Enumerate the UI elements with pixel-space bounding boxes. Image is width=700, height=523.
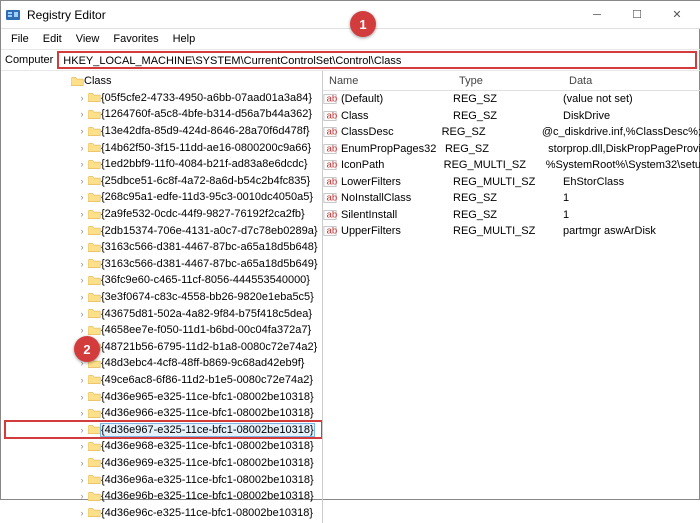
tree-item[interactable]: ›{4d36e96c-e325-11ce-bfc1-08002be10318} [5, 504, 322, 521]
tree-item[interactable]: ›{36fc9e60-c465-11cf-8056-444553540000} [5, 272, 322, 289]
value-row[interactable]: ab(Default)REG_SZ(value not set) [323, 91, 700, 108]
value-row[interactable]: abLowerFiltersREG_MULTI_SZEhStorClass [323, 174, 700, 191]
tree-item[interactable]: ›{3e3f0674-c83c-4558-bb26-9820e1eba5c5} [5, 289, 322, 306]
value-row[interactable]: abSilentInstallREG_SZ1 [323, 207, 700, 224]
tree-item[interactable]: ›{25dbce51-6c8f-4a72-8a6d-b54c2b4fc835} [5, 173, 322, 190]
menu-edit[interactable]: Edit [37, 31, 68, 47]
window-controls: ─ ☐ ✕ [577, 3, 697, 27]
tree-item[interactable]: ›{48d3ebc4-4cf8-48ff-b869-9c68ad42eb9f} [5, 355, 322, 372]
string-icon: ab [323, 92, 337, 106]
svg-text:ab: ab [327, 209, 338, 220]
col-type[interactable]: Type [453, 75, 563, 87]
value-row[interactable]: abNoInstallClassREG_SZ1 [323, 190, 700, 207]
value-row[interactable]: abEnumPropPages32REG_SZstorprop.dll,Disk… [323, 141, 700, 158]
workspace: ⌄Class›{05f5cfe2-4733-4950-a6bb-07aad01a… [1, 71, 700, 523]
tree-parent[interactable]: Class [84, 75, 112, 87]
string-icon: ab [323, 142, 337, 156]
tree-item[interactable]: ›{4d36e966-e325-11ce-bfc1-08002be10318} [5, 405, 322, 422]
tree-item[interactable]: ›{4d36e968-e325-11ce-bfc1-08002be10318} [5, 438, 322, 455]
address-path-input[interactable]: HKEY_LOCAL_MACHINE\SYSTEM\CurrentControl… [57, 51, 697, 69]
tree-item[interactable]: ›{268c95a1-edfe-11d3-95c3-0010dc4050a5} [5, 189, 322, 206]
tree-item[interactable]: ›{49ce6ac8-6f86-11d2-b1e5-0080c72e74a2} [5, 372, 322, 389]
svg-text:ab: ab [327, 143, 338, 154]
regedit-icon [5, 7, 21, 23]
tree-item[interactable]: ›{13e42dfa-85d9-424d-8646-28a70f6d478f} [5, 123, 322, 140]
tree-item[interactable]: ›{48721b56-6795-11d2-b1a8-0080c72e74a2} [5, 339, 322, 356]
tree-item[interactable]: ›{43675d81-502a-4a82-9f84-b75f418c5dea} [5, 305, 322, 322]
col-data[interactable]: Data [563, 75, 700, 87]
tree-item[interactable]: ›{3163c566-d381-4467-87bc-a65a18d5b648} [5, 239, 322, 256]
tree-item[interactable]: ›{4d36e96a-e325-11ce-bfc1-08002be10318} [5, 471, 322, 488]
menu-help[interactable]: Help [167, 31, 202, 47]
tree-item[interactable]: ›{4d36e965-e325-11ce-bfc1-08002be10318} [5, 388, 322, 405]
svg-text:ab: ab [327, 176, 338, 187]
tree-item[interactable]: ›{4d36e96b-e325-11ce-bfc1-08002be10318} [5, 488, 322, 505]
value-row[interactable]: abClassDescREG_SZ@c_diskdrive.inf,%Class… [323, 124, 700, 141]
svg-text:ab: ab [327, 127, 338, 138]
svg-text:ab: ab [327, 193, 338, 204]
tree-item[interactable]: ›{05f5cfe2-4733-4950-a6bb-07aad01a3a84} [5, 90, 322, 107]
tree-item[interactable]: ›{4d36e969-e325-11ce-bfc1-08002be10318} [5, 455, 322, 472]
callout-2: 2 [74, 336, 100, 362]
tree-item[interactable]: ›{4d36e967-e325-11ce-bfc1-08002be10318} [5, 421, 322, 438]
tree-view[interactable]: ⌄Class›{05f5cfe2-4733-4950-a6bb-07aad01a… [1, 71, 323, 523]
menu-favorites[interactable]: Favorites [107, 31, 164, 47]
address-bar: Computer HKEY_LOCAL_MACHINE\SYSTEM\Curre… [1, 49, 700, 71]
string-icon: ab [323, 125, 337, 139]
tree-item[interactable]: ›{3163c566-d381-4467-87bc-a65a18d5b649} [5, 256, 322, 273]
list-header: Name Type Data [323, 71, 700, 91]
tree-item[interactable]: ›{1ed2bbf9-11f0-4084-b21f-ad83a8e6dcdc} [5, 156, 322, 173]
svg-text:ab: ab [327, 94, 338, 105]
menu-view[interactable]: View [70, 31, 106, 47]
menu-file[interactable]: File [5, 31, 35, 47]
string-icon: ab [323, 158, 337, 172]
minimize-button[interactable]: ─ [577, 3, 617, 27]
string-icon: ab [323, 175, 337, 189]
value-row[interactable]: abUpperFiltersREG_MULTI_SZpartmgr aswArD… [323, 223, 700, 240]
close-button[interactable]: ✕ [657, 3, 697, 27]
svg-text:ab: ab [327, 160, 338, 171]
value-row[interactable]: abClassREG_SZDiskDrive [323, 108, 700, 125]
string-icon: ab [323, 191, 337, 205]
address-label: Computer [5, 54, 53, 66]
callout-1: 1 [350, 11, 376, 37]
menu-bar: File Edit View Favorites Help [1, 29, 700, 49]
tree-item[interactable]: ›{2a9fe532-0cdc-44f9-9827-76192f2ca2fb} [5, 206, 322, 223]
tree-item[interactable]: ›{1264760f-a5c8-4bfe-b314-d56a7b44a362} [5, 106, 322, 123]
values-list[interactable]: Name Type Data ab(Default)REG_SZ(value n… [323, 71, 700, 523]
svg-text:ab: ab [327, 110, 338, 121]
tree-item[interactable]: ›{4658ee7e-f050-11d1-b6bd-00c04fa372a7} [5, 322, 322, 339]
svg-text:ab: ab [327, 226, 338, 237]
tree-item[interactable]: ›{2db15374-706e-4131-a0c7-d7c78eb0289a} [5, 222, 322, 239]
maximize-button[interactable]: ☐ [617, 3, 657, 27]
col-name[interactable]: Name [323, 75, 453, 87]
value-row[interactable]: abIconPathREG_MULTI_SZ%SystemRoot%\Syste… [323, 157, 700, 174]
string-icon: ab [323, 109, 337, 123]
string-icon: ab [323, 208, 337, 222]
window-title: Registry Editor [27, 8, 577, 22]
tree-item[interactable]: ›{14b62f50-3f15-11dd-ae16-0800200c9a66} [5, 139, 322, 156]
string-icon: ab [323, 224, 337, 238]
